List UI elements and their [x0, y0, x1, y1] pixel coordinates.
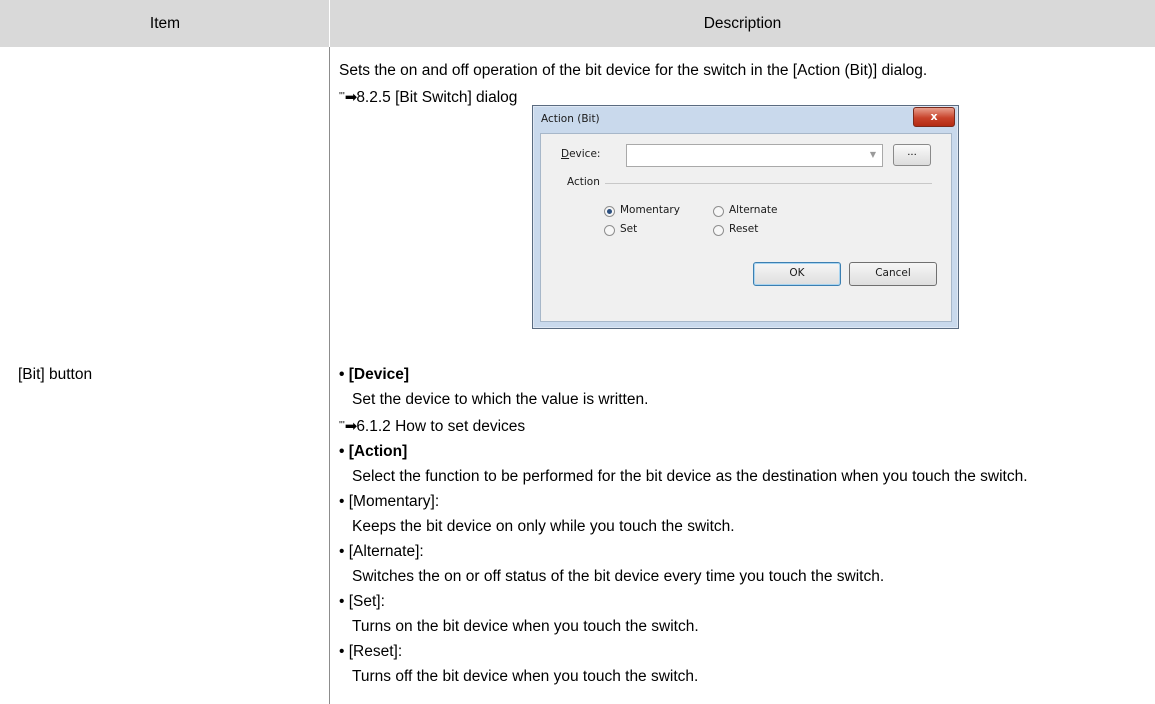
action-text: Select the function to be performed for …: [352, 468, 1028, 485]
set-heading: • [Set]:: [339, 593, 385, 610]
chevron-down-icon[interactable]: ▼: [870, 150, 876, 159]
reference-link-bit-switch[interactable]: '''➡8.2.5 [Bit Switch] dialog: [339, 88, 517, 107]
table-header: Item Description: [0, 0, 1155, 47]
close-button[interactable]: x: [913, 107, 955, 127]
action-heading: • [Action]: [339, 443, 408, 460]
device-heading: • [Device]: [339, 366, 410, 383]
set-text: Turns on the bit device when you touch t…: [352, 618, 699, 635]
device-text: Set the device to which the value is wri…: [352, 391, 649, 408]
reference-arrow-icon: '''➡: [339, 418, 357, 435]
browse-button[interactable]: ...: [893, 144, 931, 166]
dialog-client: Device: ▼ ... Action Momentary Alternate…: [540, 133, 952, 322]
cancel-button[interactable]: Cancel: [849, 262, 937, 286]
column-divider: [329, 47, 330, 704]
radio-set-label[interactable]: Set: [620, 223, 637, 235]
reset-text: Turns off the bit device when you touch …: [352, 668, 699, 685]
radio-reset[interactable]: [713, 225, 724, 236]
alternate-heading: • [Alternate]:: [339, 543, 424, 560]
radio-reset-label[interactable]: Reset: [729, 223, 758, 235]
radio-set[interactable]: [604, 225, 615, 236]
radio-alternate[interactable]: [713, 206, 724, 217]
action-bit-dialog: Action (Bit) x Device: ▼ ... Action Mome…: [532, 105, 959, 329]
header-description: Description: [703, 15, 782, 32]
action-group-label: Action: [567, 176, 600, 188]
device-label: Device:: [561, 148, 601, 160]
header-item: Item: [149, 15, 181, 32]
dialog-title: Action (Bit): [541, 113, 600, 125]
radio-momentary[interactable]: [604, 206, 615, 217]
alternate-text: Switches the on or off status of the bit…: [352, 568, 885, 585]
radio-momentary-label[interactable]: Momentary: [620, 204, 680, 216]
intro-text: Sets the on and off operation of the bit…: [339, 62, 928, 79]
ok-button[interactable]: OK: [753, 262, 841, 286]
device-combo[interactable]: ▼: [626, 144, 883, 167]
reference-text: 8.2.5 [Bit Switch] dialog: [356, 89, 518, 106]
action-group-line: [605, 183, 932, 184]
reference-link-set-devices[interactable]: '''➡6.1.2 How to set devices: [339, 417, 525, 436]
item-label: [Bit] button: [18, 366, 93, 383]
radio-alternate-label[interactable]: Alternate: [729, 204, 777, 216]
close-icon: x: [930, 110, 938, 123]
momentary-heading: • [Momentary]:: [339, 493, 440, 510]
momentary-text: Keeps the bit device on only while you t…: [352, 518, 735, 535]
reset-heading: • [Reset]:: [339, 643, 403, 660]
reference-arrow-icon: '''➡: [339, 89, 357, 106]
reference-text: 6.1.2 How to set devices: [356, 418, 526, 435]
